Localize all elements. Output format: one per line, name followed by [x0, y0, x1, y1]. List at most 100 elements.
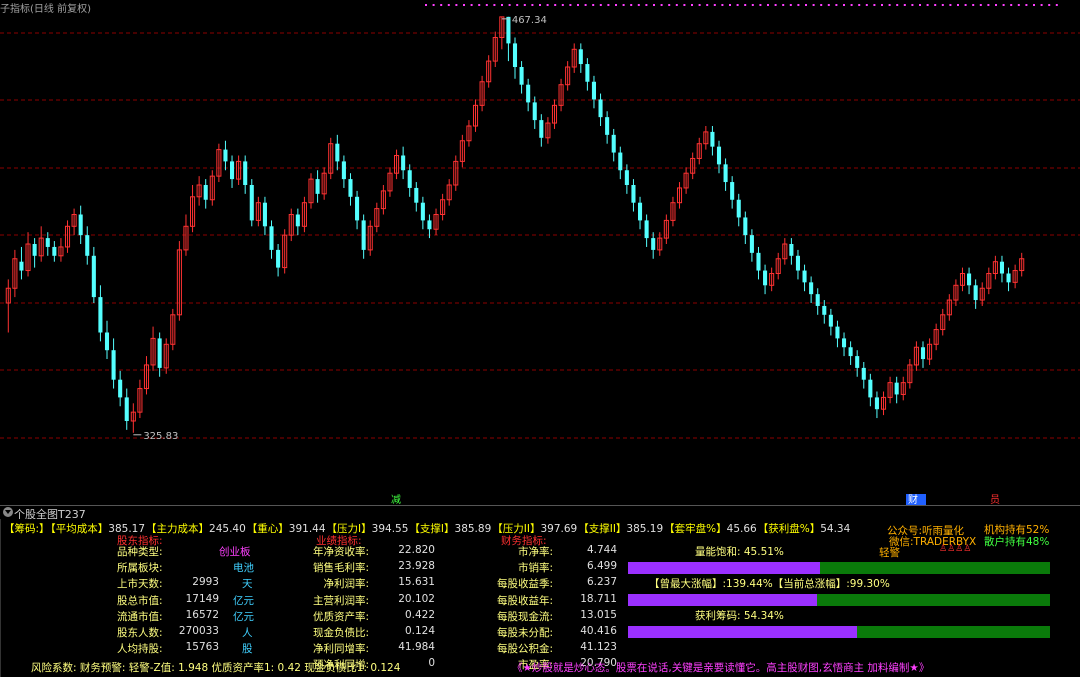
candle-body — [52, 246, 57, 256]
top-marker — [987, 4, 990, 6]
top-marker — [668, 4, 671, 6]
candle-body — [763, 270, 768, 286]
candle-body — [855, 356, 860, 368]
performance-label: 主营利润率: — [312, 594, 369, 607]
performance-label: 净利同增率: — [312, 643, 369, 656]
top-marker — [934, 4, 937, 6]
shareholder-value: 15763 — [185, 641, 219, 654]
top-marker — [1055, 4, 1058, 6]
top-marker — [767, 4, 769, 6]
candle-body — [828, 314, 833, 327]
high-label: 467.34 — [512, 15, 547, 26]
shareholder-unit: 股 — [242, 643, 253, 656]
candle-body — [348, 179, 353, 197]
financial-label: 每股收益季: — [496, 578, 553, 591]
performance-value: 41.984 — [398, 641, 435, 654]
top-marker — [744, 4, 747, 6]
performance-value: 20.102 — [398, 592, 435, 605]
top-marker — [508, 4, 511, 6]
candle-body — [19, 261, 24, 271]
candle-body — [605, 117, 610, 135]
price-chart-svg[interactable]: 467.34 325.83 减 财 员 — [0, 0, 1080, 505]
candle-body — [999, 261, 1005, 274]
top-marker — [653, 4, 655, 6]
candle-body — [45, 238, 50, 247]
top-marker — [432, 4, 435, 6]
candle-body — [789, 244, 794, 256]
low-label: 325.83 — [143, 431, 178, 442]
top-marker — [949, 4, 952, 6]
top-marker — [1025, 4, 1028, 6]
candle-body — [269, 226, 274, 250]
top-marker — [569, 4, 572, 6]
shareholder-label: 品种类型: — [117, 546, 163, 558]
top-marker — [1048, 4, 1051, 6]
stock-info-panel: 【筹码:】【平均成本】385.17【主力成本】245.40【重心】391.44【… — [0, 519, 1080, 677]
candle-body — [78, 214, 83, 236]
candle-body — [611, 134, 616, 153]
financial-value: 13.015 — [580, 608, 617, 621]
top-marker — [911, 4, 914, 6]
top-marker — [896, 4, 899, 6]
shareholder-label: 人均持股: — [117, 643, 163, 656]
profit-chips-bar — [628, 626, 1050, 638]
chip-value: 385.19 — [626, 523, 664, 535]
profit-chips-fill — [628, 626, 858, 638]
top-marker — [926, 4, 929, 6]
top-marker — [865, 4, 868, 6]
candle-body — [532, 102, 537, 121]
candle-body — [118, 379, 123, 398]
collapse-toggle-icon[interactable] — [3, 507, 13, 517]
performance-label: 优质资产率: — [312, 610, 369, 623]
performance-label: 净利润率: — [323, 578, 369, 591]
candle-body — [91, 255, 96, 298]
candle-body — [98, 297, 103, 333]
top-marker — [615, 4, 617, 6]
candle-body — [874, 397, 879, 410]
top-marker — [425, 4, 427, 6]
top-marker — [858, 4, 861, 6]
top-marker — [1040, 4, 1043, 6]
top-marker — [660, 4, 663, 6]
top-marker — [440, 4, 443, 6]
top-marker — [850, 4, 853, 6]
candle-body — [848, 347, 853, 357]
financial-label: 每股公积金: — [496, 643, 553, 656]
top-marker — [577, 4, 579, 6]
top-marker — [493, 4, 496, 6]
performance-value: 15.631 — [398, 576, 435, 589]
top-marker — [561, 4, 564, 6]
shareholder-label: 上市天数: — [117, 578, 163, 591]
top-marker — [919, 4, 921, 6]
candle-body — [262, 202, 267, 227]
top-marker — [812, 4, 815, 6]
candle-body — [85, 235, 90, 256]
candle-body — [229, 161, 235, 180]
top-marker — [964, 4, 967, 6]
top-marker — [881, 4, 883, 6]
candle-body — [967, 273, 972, 286]
financial-value: 40.416 — [580, 625, 617, 637]
candle-body — [1006, 273, 1011, 283]
candle-body — [802, 270, 807, 283]
top-marker — [523, 4, 526, 6]
top-marker — [645, 4, 648, 6]
candle-body — [526, 84, 531, 103]
top-marker — [1033, 4, 1035, 6]
candle-body — [736, 199, 741, 218]
top-marker — [554, 4, 557, 6]
candle-body — [861, 367, 866, 380]
candle-body — [743, 217, 748, 236]
top-marker — [941, 4, 944, 6]
candle-body — [407, 170, 412, 188]
candle-body — [749, 235, 754, 253]
chip-label: 【支撑I】 — [409, 523, 455, 535]
candlestick-chart[interactable]: 467.34 325.83 减 财 员 子指标(日线 前复权) — [0, 0, 1080, 505]
chip-value: 394.55 — [371, 523, 409, 535]
top-marker — [721, 4, 724, 6]
chip-value: 245.40 — [209, 523, 246, 535]
candle-body — [512, 43, 518, 67]
performance-value: 0.422 — [404, 608, 435, 621]
volume-saturation-fill — [628, 562, 821, 574]
top-marker — [592, 4, 595, 6]
